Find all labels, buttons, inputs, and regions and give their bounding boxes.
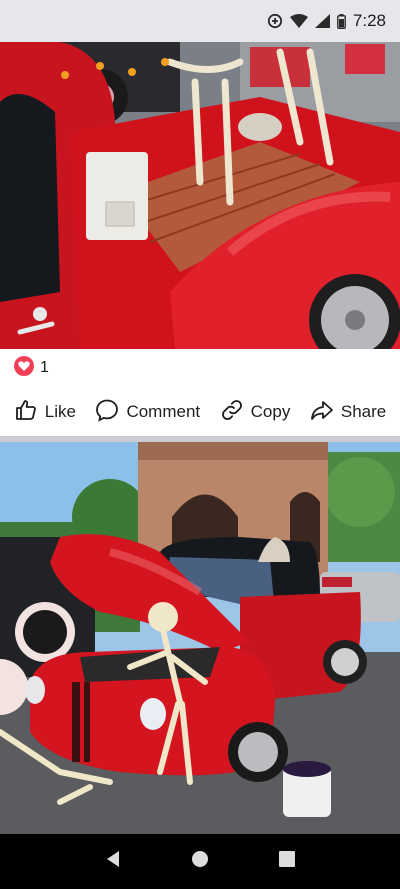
share-button[interactable]: Share — [310, 398, 386, 427]
system-navigation-bar — [0, 834, 400, 889]
truck-bed-image — [0, 42, 400, 349]
reaction-count: 1 — [40, 359, 49, 376]
comment-button[interactable]: Comment — [95, 398, 200, 427]
comment-label: Comment — [126, 402, 201, 421]
truck-hood-image — [0, 442, 400, 834]
copy-link-button[interactable]: Copy — [220, 398, 291, 427]
wifi-icon — [289, 14, 308, 28]
post-actions: Like Comment Copy Share — [0, 388, 400, 436]
reaction-summary[interactable]: 1 — [0, 349, 400, 387]
like-button[interactable]: Like — [14, 398, 76, 427]
copy-label: Copy — [250, 402, 291, 421]
battery-icon — [337, 13, 346, 29]
post-photo-truck-bed[interactable] — [0, 42, 400, 349]
data-saver-icon — [267, 13, 283, 29]
cell-signal-icon — [314, 14, 330, 28]
status-time: 7:28 — [352, 11, 386, 30]
heart-reaction-icon — [14, 355, 34, 381]
back-triangle-icon — [104, 850, 122, 873]
thumbs-up-icon — [14, 398, 38, 427]
share-arrow-icon — [310, 398, 334, 427]
back-button[interactable] — [98, 847, 128, 877]
link-icon — [220, 398, 244, 427]
recents-square-icon — [278, 850, 296, 873]
recents-button[interactable] — [272, 847, 302, 877]
share-label: Share — [340, 402, 387, 421]
status-bar: 7:28 — [0, 0, 400, 42]
like-label: Like — [44, 402, 76, 421]
post-photo-truck-hood[interactable] — [0, 442, 400, 834]
home-circle-icon — [191, 850, 209, 873]
home-button[interactable] — [185, 847, 215, 877]
comment-icon — [95, 398, 119, 427]
